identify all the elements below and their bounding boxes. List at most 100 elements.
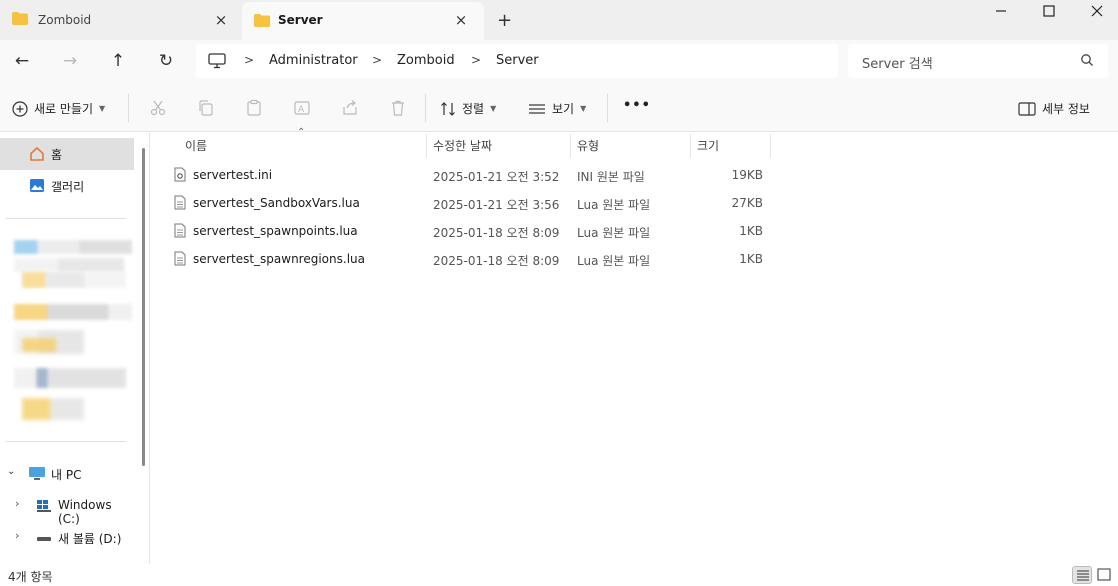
- up-arrow-icon[interactable]: ↑: [106, 50, 130, 74]
- file-row[interactable]: servertest.ini 2025-01-21 오전 3:52 INI 원본…: [168, 161, 768, 189]
- breadcrumb-chevron-icon[interactable]: >: [372, 53, 382, 67]
- forward-arrow-icon[interactable]: →: [58, 50, 82, 74]
- delete-icon[interactable]: [389, 99, 407, 117]
- sort-icon: [441, 101, 455, 116]
- plus-circle-icon: [12, 100, 28, 117]
- close-tab-icon[interactable]: ×: [454, 13, 468, 28]
- copy-icon[interactable]: [197, 99, 215, 117]
- chevron-down-icon: ▼: [580, 104, 587, 113]
- file-name: servertest_spawnpoints.lua: [193, 224, 358, 238]
- paste-icon[interactable]: [245, 99, 263, 117]
- item-count: 4개 항목: [8, 570, 53, 584]
- sort-ascending-icon: ⌃: [297, 127, 306, 138]
- view-list-icon: [529, 103, 545, 114]
- address-row: ← → ↑ ↻ > Administrator > Zomboid > Serv…: [0, 40, 1118, 84]
- view-button[interactable]: 보기 ▼: [528, 100, 586, 117]
- maximize-icon[interactable]: [1042, 4, 1056, 18]
- divider: [607, 94, 608, 122]
- file-row[interactable]: servertest_SandboxVars.lua 2025-01-21 오전…: [168, 189, 768, 217]
- refresh-icon[interactable]: ↻: [154, 50, 178, 74]
- navigation-pane: 홈 갤러리 ⌄ 내 PC › Windows (C:) › 새 볼륨 (D:): [0, 132, 150, 564]
- computer-icon: [208, 53, 226, 69]
- minimize-icon[interactable]: [994, 4, 1008, 18]
- file-size: 1KB: [739, 252, 763, 266]
- tab-server[interactable]: Server ×: [242, 2, 484, 40]
- monitor-icon: [29, 467, 45, 480]
- rename-icon[interactable]: A: [293, 99, 311, 117]
- file-type: Lua 원본 파일: [577, 254, 651, 268]
- column-header-date[interactable]: 수정한 날짜: [433, 137, 492, 163]
- file-row[interactable]: servertest_spawnregions.lua 2025-01-18 오…: [168, 245, 768, 273]
- drive-icon: [37, 537, 51, 541]
- file-list: ⌃ 이름 수정한 날짜 유형 크기 servertest.ini 2025-01…: [150, 127, 1118, 564]
- tiles-view-button[interactable]: [1094, 566, 1114, 584]
- file-name: servertest_SandboxVars.lua: [193, 196, 360, 210]
- sidebar-item-drive-c[interactable]: › Windows (C:): [0, 490, 134, 526]
- column-divider[interactable]: [770, 134, 771, 158]
- chevron-down-icon: ▼: [490, 104, 497, 113]
- chevron-down-icon: ▼: [99, 104, 106, 113]
- chevron-right-icon[interactable]: ›: [15, 529, 19, 542]
- tab-zomboid[interactable]: Zomboid ×: [0, 0, 240, 40]
- search-icon: [1081, 54, 1093, 66]
- column-divider[interactable]: [426, 134, 427, 158]
- details-view-button[interactable]: [1072, 566, 1092, 584]
- file-row[interactable]: servertest_spawnpoints.lua 2025-01-18 오전…: [168, 217, 768, 245]
- column-divider[interactable]: [570, 134, 571, 158]
- details-button-label: 세부 정보: [1042, 102, 1090, 116]
- settings-file-icon: [174, 167, 186, 182]
- tab-bar: Zomboid × Server × +: [0, 0, 1118, 40]
- breadcrumb-chevron-icon[interactable]: >: [471, 53, 481, 67]
- chevron-down-icon[interactable]: ⌄: [7, 466, 15, 477]
- new-button-label: 새로 만들기: [34, 102, 94, 116]
- status-bar: 4개 항목: [0, 564, 1118, 586]
- address-bar[interactable]: > Administrator > Zomboid > Server: [196, 44, 838, 78]
- more-options-button[interactable]: •••: [623, 98, 651, 113]
- document-icon: [174, 223, 186, 238]
- breadcrumb-zomboid[interactable]: Zomboid: [397, 53, 455, 68]
- close-tab-icon[interactable]: ×: [214, 13, 228, 28]
- details-view-icon: [1077, 570, 1089, 581]
- search-input[interactable]: Server 검색: [848, 44, 1108, 78]
- folder-icon: [254, 14, 270, 27]
- column-header-name[interactable]: 이름: [185, 137, 207, 163]
- gallery-icon: [30, 179, 44, 192]
- cut-icon[interactable]: [149, 99, 167, 117]
- new-tab-icon[interactable]: +: [497, 10, 512, 31]
- view-button-label: 보기: [552, 102, 575, 116]
- sidebar-item-label: 내 PC: [51, 468, 82, 482]
- details-button[interactable]: 세부 정보: [1018, 100, 1090, 117]
- column-divider[interactable]: [690, 134, 691, 158]
- divider: [128, 94, 129, 122]
- file-size: 19KB: [731, 168, 763, 182]
- svg-text:A: A: [298, 105, 305, 115]
- chevron-right-icon[interactable]: ›: [15, 497, 19, 510]
- column-header-size[interactable]: 크기: [697, 137, 719, 163]
- sidebar-item-drive-d[interactable]: › 새 볼륨 (D:): [0, 522, 134, 554]
- file-date: 2025-01-18 오전 8:09: [433, 226, 560, 240]
- close-window-icon[interactable]: [1090, 4, 1104, 18]
- file-type: INI 원본 파일: [577, 170, 645, 184]
- file-date: 2025-01-21 오전 3:56: [433, 198, 560, 212]
- breadcrumb-server[interactable]: Server: [496, 53, 539, 68]
- search-placeholder: Server 검색: [862, 57, 933, 72]
- sidebar-item-gallery[interactable]: 갤러리: [0, 170, 134, 202]
- sidebar-item-home[interactable]: 홈: [0, 138, 134, 170]
- sidebar-item-label: 갤러리: [51, 180, 85, 194]
- tab-label: Zomboid: [38, 13, 92, 27]
- breadcrumb-chevron-icon[interactable]: >: [244, 53, 254, 67]
- column-header-type[interactable]: 유형: [577, 137, 599, 163]
- back-arrow-icon[interactable]: ←: [10, 50, 34, 74]
- file-type: Lua 원본 파일: [577, 226, 651, 240]
- document-icon: [174, 251, 186, 266]
- breadcrumb-administrator[interactable]: Administrator: [269, 53, 358, 68]
- details-pane-icon: [1018, 101, 1036, 116]
- folder-icon: [12, 12, 28, 25]
- sidebar-scrollbar[interactable]: [142, 148, 145, 466]
- new-button[interactable]: 새로 만들기 ▼: [12, 100, 105, 117]
- sidebar-item-this-pc[interactable]: ⌄ 내 PC: [0, 458, 134, 490]
- document-icon: [174, 195, 186, 210]
- home-icon: [30, 146, 44, 161]
- share-icon[interactable]: [341, 99, 359, 117]
- sort-button[interactable]: 정렬 ▼: [440, 100, 496, 117]
